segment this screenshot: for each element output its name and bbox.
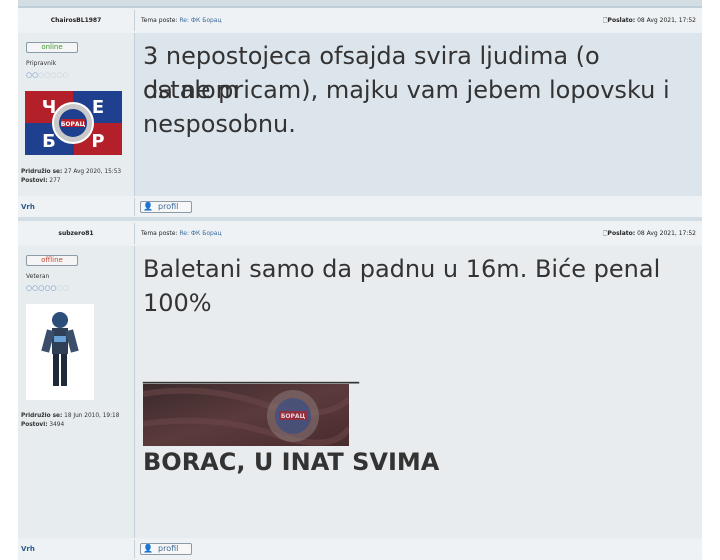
topic-link[interactable]: Re: ФК Борац [179,230,221,237]
post-author-cell: subzero81 [18,223,135,244]
svg-text:Е: Е [92,97,104,118]
online-status: offline [26,255,78,266]
topic-label: Tema poste: [141,230,178,237]
joined-date: 27 Avg 2020, 15:53 [64,169,122,175]
back-to-top-link[interactable]: Vrh [21,545,35,553]
online-status: online [26,42,78,53]
post-count: 277 [49,178,61,184]
svg-text:БОРАЦ: БОРАЦ [61,121,86,128]
profile-icon: 👤 [143,544,153,553]
post-footer: 👤 profil [135,540,702,558]
post-author[interactable]: subzero81 [18,223,134,244]
svg-text:БОРАЦ: БОРАЦ [281,413,306,420]
row-separator [18,6,702,8]
svg-text:Б: Б [42,131,56,152]
user-joined: Pridružio se: 27 Avg 2020, 15:53 [21,168,121,176]
profile-label: profil [158,202,179,211]
user-post-count: Postovi: 3494 [21,421,64,429]
posted-label: Poslato: [607,17,636,24]
post-date: 🗋Poslato: 08 Avg 2021, 17:52 [603,10,696,31]
forum-topic: ChairosBL1987 Tema poste: Re: ФК Борац 🗋… [18,0,702,560]
posted-date: 08 Avg 2021, 17:52 [637,17,696,24]
rank-stars: ○○○○○○○ [26,284,69,292]
topic-link[interactable]: Re: ФК Борац [179,17,221,24]
joined-label: Pridružio se: [21,413,63,419]
user-rank: Pripravnik [26,60,57,67]
posted-label: Poslato: [607,230,636,237]
signature-banner: БОРАЦ [143,384,349,446]
post-topic: Tema poste: Re: ФК Борац [141,223,222,244]
post-topic: Tema poste: Re: ФК Борац [141,10,222,31]
user-joined: Pridružio se: 18 Jun 2010, 19:18 [21,412,119,420]
rank-stars: ○○○○○○○ [26,71,69,79]
message-line: Baletani samo da padnu u 16m. Biće penal [143,255,661,283]
back-to-top-link[interactable]: Vrh [21,203,35,211]
svg-text:Р: Р [91,131,104,152]
joined-label: Pridružio se: [21,169,63,175]
message-line: da ne pricam), majku vam jebem lopovsku … [143,76,670,104]
signature-text: BORAC, U INAT SVIMA [143,448,440,476]
post-count-label: Postovi: [21,178,48,184]
post-author-details: online Pripravnik ○○○○○○○ Ч Е Б Р БОРАЦ … [18,33,135,196]
post-author-cell: ChairosBL1987 [18,10,135,31]
message-line: nesposobnu. [143,110,296,138]
post-header: Tema poste: Re: ФК Борац 🗋Poslato: 08 Av… [135,223,702,244]
post-date: 🗋Poslato: 08 Avg 2021, 17:52 [603,223,696,244]
topic-label: Tema poste: [141,17,178,24]
post-count: 3494 [49,422,65,428]
post-footer: 👤 profil [135,198,702,216]
profile-label: profil [158,544,179,553]
user-avatar [26,304,94,400]
profile-icon: 👤 [143,202,153,211]
post-count-label: Postovi: [21,422,48,428]
user-avatar: Ч Е Б Р БОРАЦ [25,91,122,155]
post-message: 3 nepostojeca ofsajda svira ljudima (o o… [135,33,702,196]
user-post-count: Postovi: 277 [21,177,60,185]
post-author[interactable]: ChairosBL1987 [18,10,134,31]
row-separator [18,217,702,221]
signature-separator: __________________ [143,356,359,384]
post-author-details: offline Veteran ○○○○○○○ Pridružio se: 18… [18,246,135,538]
post-footer-left: Vrh [18,540,135,558]
profile-button[interactable]: 👤 profil [140,201,192,213]
joined-date: 18 Jun 2010, 19:18 [64,413,120,419]
post-footer-left: Vrh [18,198,135,216]
user-rank: Veteran [26,273,50,280]
profile-button[interactable]: 👤 profil [140,543,192,555]
post-header: Tema poste: Re: ФК Борац 🗋Poslato: 08 Av… [135,10,702,31]
message-line: 100% [143,289,212,317]
posted-date: 08 Avg 2021, 17:52 [637,230,696,237]
post-message: Baletani samo da padnu u 16m. Biće penal… [135,246,702,538]
